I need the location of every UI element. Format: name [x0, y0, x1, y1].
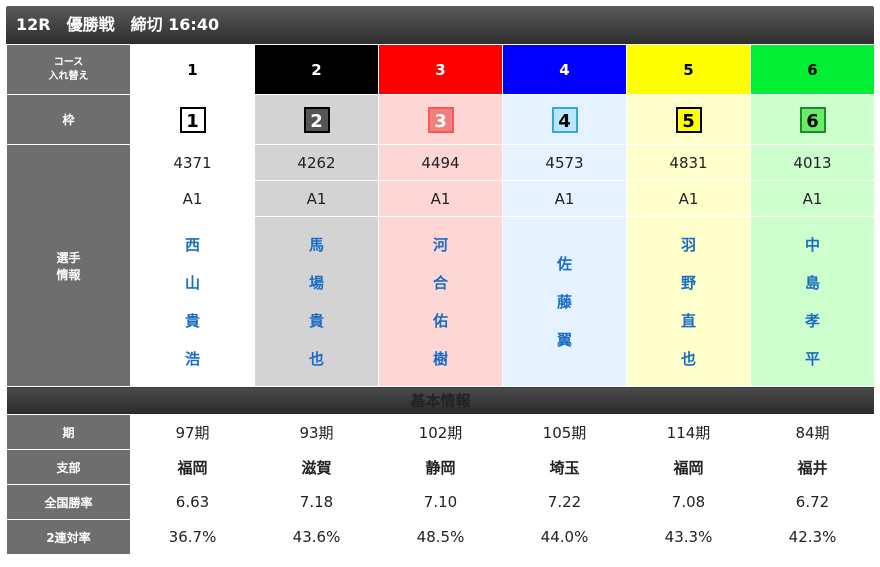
branch-label: 支部 — [6, 449, 131, 485]
course-cell[interactable]: 4 — [502, 44, 627, 95]
course-cell[interactable]: 3 — [378, 44, 503, 95]
grade: A1 — [626, 180, 751, 217]
waku-cell: 5 — [626, 94, 751, 145]
racer-name-cell[interactable]: 羽野直也 — [626, 216, 751, 387]
branch-value: 福井 — [750, 449, 875, 485]
course-sub-label: 入れ替え — [48, 70, 89, 82]
win-rate-value: 7.08 — [626, 484, 751, 520]
branch-value: 福岡 — [130, 449, 255, 485]
reg-number: 4262 — [254, 144, 379, 181]
ki-value: 114期 — [626, 414, 751, 450]
waku-number: 6 — [799, 106, 826, 133]
two-rate-value: 36.7% — [130, 519, 255, 555]
racer-name-cell[interactable]: 中島孝平 — [750, 216, 875, 387]
ki-value: 105期 — [502, 414, 627, 450]
course-cell[interactable]: 2 — [254, 44, 379, 95]
branch-value: 静岡 — [378, 449, 503, 485]
reg-number: 4494 — [378, 144, 503, 181]
ki-value: 84期 — [750, 414, 875, 450]
racer-name-link[interactable]: 佐藤翼 — [552, 245, 578, 359]
waku-cell: 3 — [378, 94, 503, 145]
branch-value: 埼玉 — [502, 449, 627, 485]
player-label: 選手 — [56, 250, 81, 265]
two-rate-value: 42.3% — [750, 519, 875, 555]
reg-number: 4371 — [130, 144, 255, 181]
branch-value: 滋賀 — [254, 449, 379, 485]
two-rate-label: 2連対率 — [6, 519, 131, 555]
racer-name-link[interactable]: 西山貴浩 — [180, 226, 206, 378]
ki-row: 期 97期 93期 102期 105期 114期 84期 — [6, 414, 875, 450]
reg-number: 4013 — [750, 144, 875, 181]
waku-number: 4 — [551, 106, 578, 133]
basic-info-title: 基本情報 — [6, 386, 875, 415]
ki-label: 期 — [6, 414, 131, 450]
reg-row: 選手 情報 4371 4262 4494 4573 4831 4013 — [6, 144, 875, 387]
ki-value: 97期 — [130, 414, 255, 450]
grade: A1 — [502, 180, 627, 217]
basic-info-bar: 基本情報 — [6, 386, 875, 415]
waku-cell: 6 — [750, 94, 875, 145]
racer-name-link[interactable]: 馬場貴也 — [304, 226, 330, 378]
grade: A1 — [750, 180, 875, 217]
ki-value: 93期 — [254, 414, 379, 450]
two-rate-value: 48.5% — [378, 519, 503, 555]
win-rate-label: 全国勝率 — [6, 484, 131, 520]
player-sub-label: 情報 — [56, 267, 81, 282]
two-rate-value: 43.3% — [626, 519, 751, 555]
name-row: 西山貴浩 馬場貴也 河合佑樹 佐藤翼 羽野直也 中島孝平 — [7, 216, 875, 387]
racer-table: コース 入れ替え 1 2 3 4 5 6 枠 1 2 3 4 5 6 選手 情報… — [6, 44, 875, 555]
waku-number: 3 — [427, 106, 454, 133]
player-info-label: 選手 情報 — [6, 144, 131, 387]
racer-name-link[interactable]: 河合佑樹 — [428, 226, 454, 378]
course-cell[interactable]: 5 — [626, 44, 751, 95]
waku-row-label: 枠 — [6, 94, 131, 145]
race-header: 12R 優勝戦 締切 16:40 — [6, 6, 874, 44]
win-rate-value: 7.18 — [254, 484, 379, 520]
ki-value: 102期 — [378, 414, 503, 450]
race-panel: 12R 優勝戦 締切 16:40 コース 入れ替え 1 2 3 4 5 6 枠 … — [6, 6, 875, 555]
win-rate-value: 7.22 — [502, 484, 627, 520]
waku-number: 2 — [303, 106, 330, 133]
win-rate-value: 6.72 — [750, 484, 875, 520]
course-cell[interactable]: 1 — [130, 44, 255, 95]
course-label: コース — [53, 56, 84, 68]
racer-name-cell[interactable]: 佐藤翼 — [502, 216, 627, 387]
racer-name-cell[interactable]: 馬場貴也 — [254, 216, 379, 387]
two-rate-value: 43.6% — [254, 519, 379, 555]
win-rate-value: 7.10 — [378, 484, 503, 520]
racer-name-cell[interactable]: 河合佑樹 — [378, 216, 503, 387]
two-rate-row: 2連対率 36.7% 43.6% 48.5% 44.0% 43.3% 42.3% — [6, 519, 875, 555]
waku-cell: 1 — [130, 94, 255, 145]
grade: A1 — [254, 180, 379, 217]
waku-number: 1 — [179, 106, 206, 133]
course-cell[interactable]: 6 — [750, 44, 875, 95]
grade-row: A1 A1 A1 A1 A1 A1 — [7, 180, 875, 217]
course-row-label: コース 入れ替え — [6, 44, 131, 95]
waku-row: 枠 1 2 3 4 5 6 — [6, 94, 875, 145]
reg-number: 4573 — [502, 144, 627, 181]
racer-name-link[interactable]: 中島孝平 — [800, 226, 826, 378]
branch-value: 福岡 — [626, 449, 751, 485]
waku-cell: 2 — [254, 94, 379, 145]
racer-name-link[interactable]: 羽野直也 — [676, 226, 702, 378]
course-row: コース 入れ替え 1 2 3 4 5 6 — [6, 44, 875, 95]
reg-number: 4831 — [626, 144, 751, 181]
win-rate-row: 全国勝率 6.63 7.18 7.10 7.22 7.08 6.72 — [6, 484, 875, 520]
win-rate-value: 6.63 — [130, 484, 255, 520]
racer-name-cell[interactable]: 西山貴浩 — [130, 216, 255, 387]
waku-cell: 4 — [502, 94, 627, 145]
grade: A1 — [378, 180, 503, 217]
waku-number: 5 — [675, 106, 702, 133]
two-rate-value: 44.0% — [502, 519, 627, 555]
grade: A1 — [130, 180, 255, 217]
branch-row: 支部 福岡 滋賀 静岡 埼玉 福岡 福井 — [6, 449, 875, 485]
